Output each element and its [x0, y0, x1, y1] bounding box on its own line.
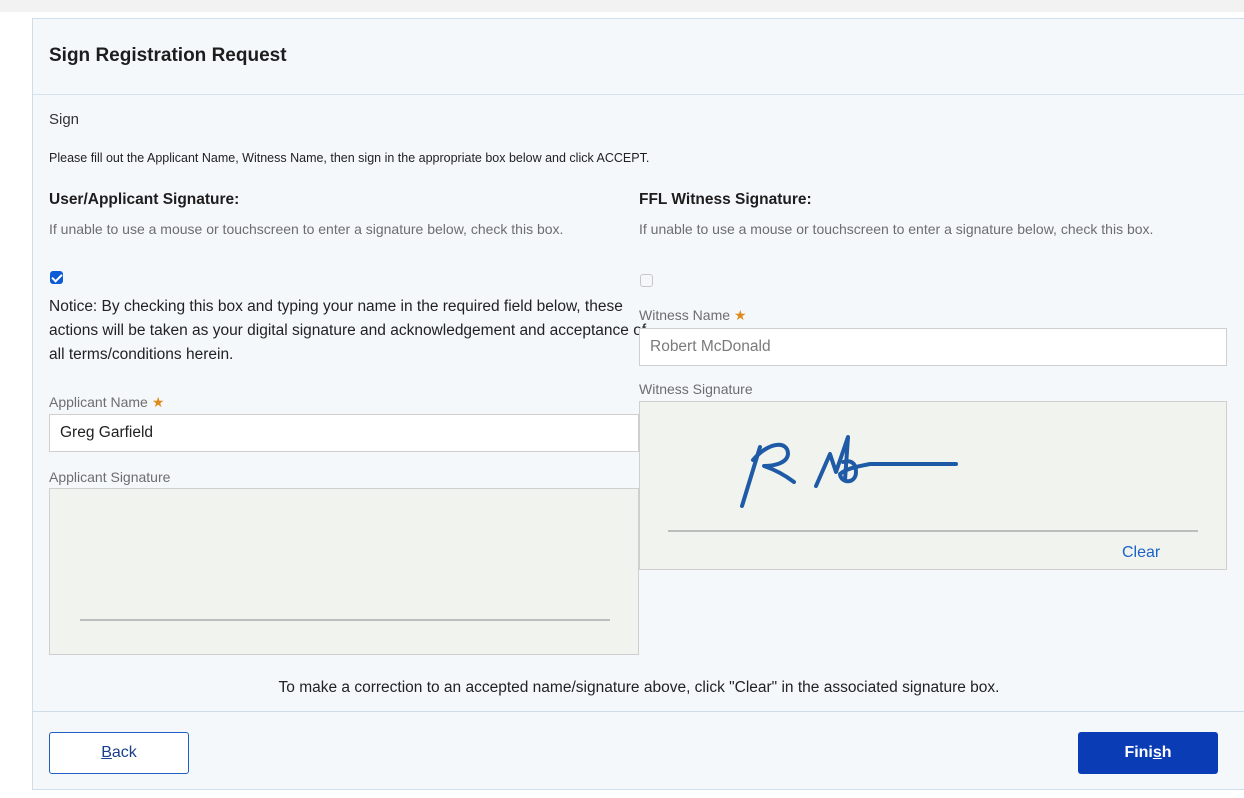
witness-name-input[interactable]: Robert McDonald: [639, 328, 1227, 366]
witness-no-mouse-checkbox[interactable]: [640, 274, 653, 287]
witness-signature-label: Witness Signature: [639, 381, 753, 397]
back-label-end: ack: [111, 744, 137, 761]
section-label: Sign: [49, 111, 80, 128]
modal-header: Sign Registration Request: [33, 19, 1244, 95]
witness-signature-heading: FFL Witness Signature:: [639, 191, 812, 208]
signature-baseline: [80, 619, 610, 621]
applicant-signature-pad[interactable]: [49, 488, 639, 655]
sign-registration-modal: Sign Registration Request Sign Please fi…: [32, 18, 1244, 790]
finish-label-start: Fini: [1124, 744, 1153, 761]
finish-mnemonic: s: [1152, 744, 1162, 761]
applicant-name-input[interactable]: Greg Garfield: [49, 414, 639, 452]
applicant-notice: Notice: By checking this box and typing …: [49, 298, 647, 363]
required-star-icon: ★: [151, 394, 165, 410]
back-button[interactable]: Back: [49, 732, 189, 774]
instruction-text: Please fill out the Applicant Name, Witn…: [49, 151, 650, 165]
witness-signature-pad[interactable]: Clear: [639, 401, 1227, 570]
top-strip: [0, 0, 1244, 12]
applicant-signature-heading: User/Applicant Signature:: [49, 191, 240, 208]
modal-title: Sign Registration Request: [49, 45, 287, 66]
correction-note: To make a correction to an accepted name…: [278, 679, 1000, 696]
finish-button[interactable]: Finish: [1078, 732, 1218, 774]
required-star-icon: ★: [734, 307, 747, 323]
signature-baseline: [668, 530, 1198, 532]
applicant-signature-label: Applicant Signature: [49, 469, 171, 485]
modal-footer: Back Finish: [33, 711, 1244, 791]
witness-clear-link[interactable]: Clear: [1122, 544, 1160, 562]
back-mnemonic: B: [101, 744, 112, 761]
finish-label-end: h: [1161, 744, 1172, 761]
applicant-name-label: Applicant Name ★: [49, 394, 164, 411]
witness-name-label-text: Witness Name: [639, 307, 731, 323]
applicant-hint: If unable to use a mouse or touchscreen …: [49, 221, 564, 237]
applicant-no-mouse-checkbox[interactable]: [50, 271, 63, 284]
witness-hint: If unable to use a mouse or touchscreen …: [639, 221, 1154, 237]
applicant-name-label-text: Applicant Name: [49, 394, 148, 410]
witness-name-label: Witness Name ★: [639, 307, 747, 324]
